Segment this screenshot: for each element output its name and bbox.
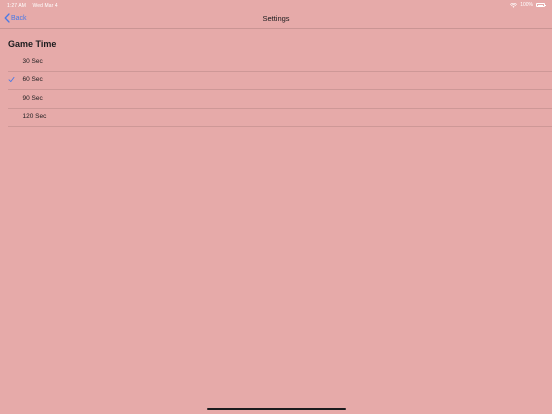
option-label: 90 Sec bbox=[22, 94, 43, 102]
wifi-icon bbox=[510, 2, 518, 8]
battery-percentage: 100% bbox=[520, 2, 533, 8]
checkmark-icon bbox=[8, 77, 15, 83]
navigation-bar: Back Settings bbox=[0, 10, 552, 29]
status-right: 100% bbox=[510, 2, 546, 8]
option-row-60-sec[interactable]: 60 Sec bbox=[8, 72, 552, 91]
option-label: 120 Sec bbox=[22, 113, 47, 121]
section-header-game-time: Game Time bbox=[8, 39, 57, 49]
status-left: 1:27 AM Wed Mar 4 bbox=[7, 3, 63, 9]
game-time-option-list: 30 Sec 60 Sec 90 Sec 120 Sec bbox=[0, 53, 552, 128]
status-time: 1:27 AM bbox=[7, 2, 27, 9]
status-date: Wed Mar 4 bbox=[32, 2, 58, 9]
status-bar: 1:27 AM Wed Mar 4 100% bbox=[0, 0, 552, 10]
page-title: Settings bbox=[262, 14, 290, 23]
home-indicator[interactable] bbox=[207, 407, 346, 410]
battery-full-icon bbox=[536, 3, 546, 7]
option-row-30-sec[interactable]: 30 Sec bbox=[8, 53, 552, 72]
option-row-90-sec[interactable]: 90 Sec bbox=[8, 90, 552, 109]
option-label: 60 Sec bbox=[22, 76, 43, 84]
option-label: 30 Sec bbox=[22, 57, 43, 65]
option-row-120-sec[interactable]: 120 Sec bbox=[8, 109, 552, 128]
